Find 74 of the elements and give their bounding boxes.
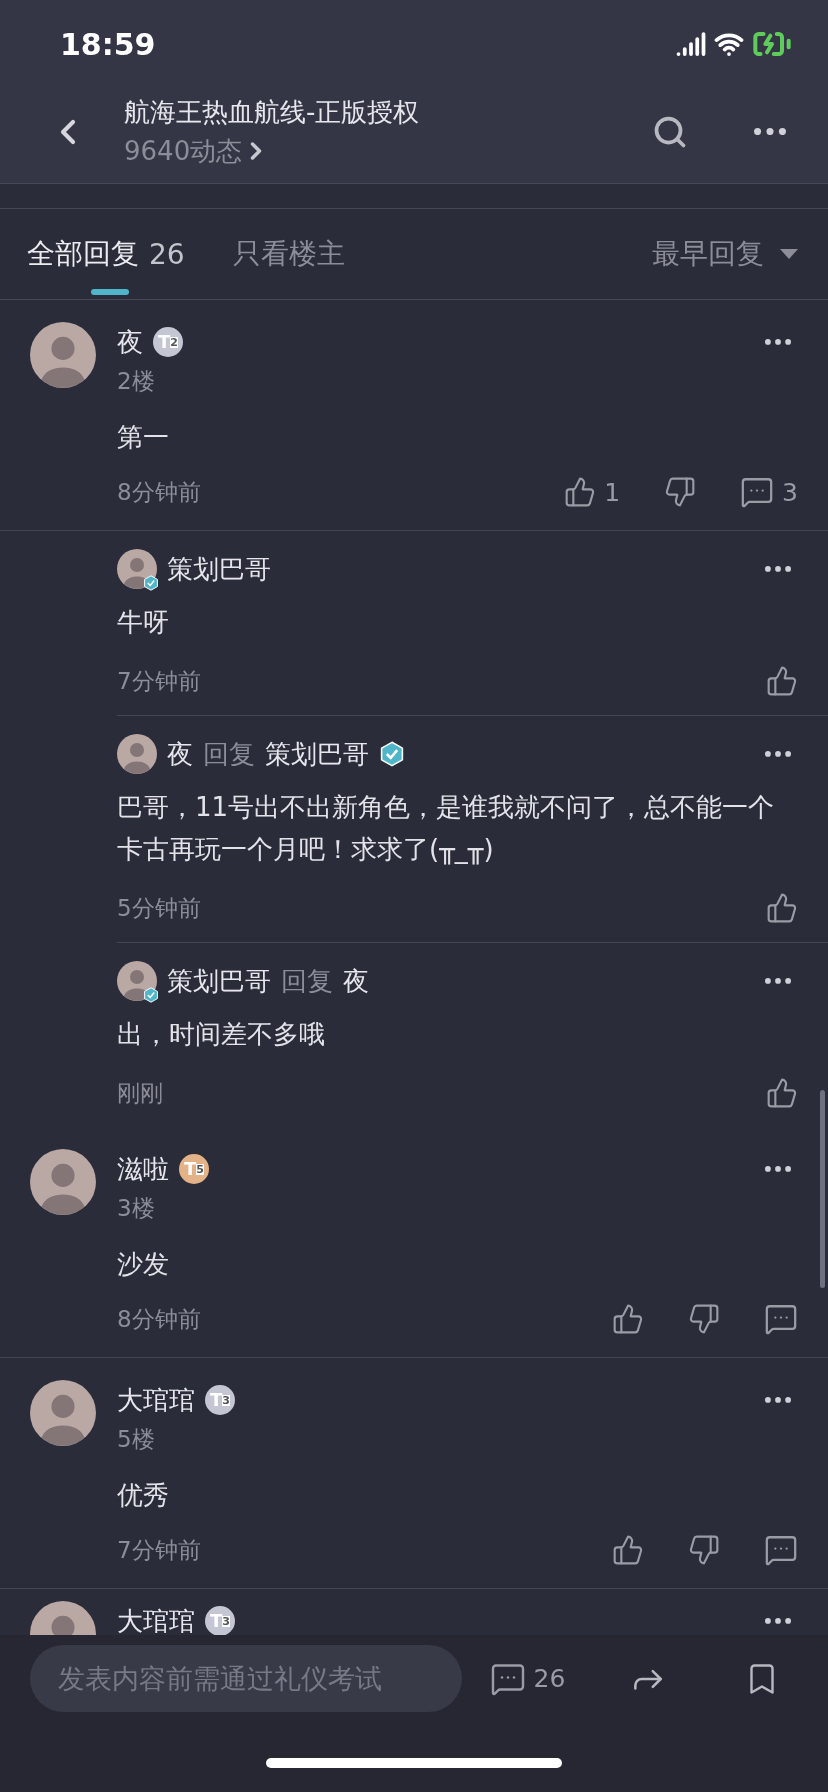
activity-link[interactable]: 9640动态 (124, 133, 642, 169)
signal-icon (676, 29, 706, 59)
thumbs-down-icon (688, 1534, 720, 1566)
username[interactable]: 夜 (117, 324, 143, 360)
reply-text: 巴哥，11号出不出新角色，是谁我就不问了，总不能一个卡古再玩一个月吧！求求了(╥_╥) (117, 791, 776, 867)
comment-text: 第一 (117, 421, 170, 454)
reply-label: 回复 (203, 737, 255, 771)
like-button[interactable]: 1 (564, 476, 621, 508)
username[interactable]: 策划巴哥 (167, 551, 271, 587)
reply-button[interactable]: 3 (740, 475, 798, 509)
thumbs-up-icon (766, 1077, 798, 1109)
comment-icon (764, 1533, 798, 1567)
like-button[interactable] (612, 1303, 644, 1335)
thumbs-down-icon (664, 476, 697, 508)
avatar[interactable] (117, 734, 157, 774)
timestamp: 8分钟前 (117, 1304, 202, 1334)
timestamp: 8分钟前 (117, 477, 202, 507)
thumbs-up-icon (612, 1534, 644, 1566)
floor-number: 5楼 (117, 1424, 156, 1454)
thumbs-down-icon (688, 1303, 720, 1335)
ellipsis-icon (765, 1397, 791, 1403)
username[interactable]: 夜 (167, 736, 193, 772)
thumbs-up-icon (766, 892, 798, 924)
tab[interactable]: 只看楼主 (232, 209, 345, 299)
thumbs-up-icon (766, 665, 798, 697)
username[interactable]: 策划巴哥 (167, 963, 271, 999)
username[interactable]: 策划巴哥 (265, 736, 369, 772)
sort-dropdown[interactable]: 最早回复 (652, 235, 798, 273)
ellipsis-icon (765, 1618, 791, 1624)
reply-label: 回复 (281, 964, 333, 998)
comment-icon (740, 475, 775, 509)
ellipsis-icon (765, 1166, 791, 1172)
like-button[interactable] (766, 892, 798, 924)
reply-button[interactable] (764, 1302, 798, 1336)
comments-button[interactable]: 26 (489, 1660, 566, 1697)
username[interactable]: 夜 (343, 963, 369, 999)
dislike-button[interactable] (688, 1534, 720, 1566)
avatar[interactable] (30, 1380, 96, 1446)
comment-input[interactable]: 发表内容前需通过礼仪考试 (30, 1645, 462, 1712)
avatar[interactable] (117, 549, 157, 589)
status-time: 18:59 (60, 26, 156, 62)
ellipsis-icon (765, 339, 791, 345)
avatar[interactable] (117, 961, 157, 1001)
reply-text: 出，时间差不多哦 (117, 1018, 326, 1051)
comment-icon (764, 1302, 798, 1336)
thumbs-up-icon (564, 476, 597, 508)
timestamp: 刚刚 (117, 1078, 164, 1108)
username[interactable]: 大琯琯 (117, 1603, 195, 1635)
like-button[interactable] (612, 1534, 644, 1566)
ellipsis-icon (765, 751, 791, 757)
timestamp: 5分钟前 (117, 893, 202, 923)
ellipsis-icon (754, 127, 786, 136)
timestamp: 7分钟前 (117, 1535, 202, 1565)
page-title: 航海王热血航线-正版授权 (124, 95, 421, 129)
caret-icon (780, 249, 798, 259)
avatar[interactable] (30, 322, 96, 388)
floor-number: 2楼 (117, 366, 156, 396)
thumbs-up-icon (612, 1303, 644, 1335)
username[interactable]: 滋啦 (117, 1151, 169, 1187)
floor-number: 3楼 (117, 1193, 156, 1223)
avatar[interactable] (30, 1149, 96, 1215)
ellipsis-icon (765, 566, 791, 572)
tab[interactable]: 全部回复 26 (27, 209, 185, 299)
username[interactable]: 大琯琯 (117, 1382, 195, 1418)
comment-text: 优秀 (117, 1479, 170, 1512)
dislike-button[interactable] (664, 476, 697, 508)
timestamp: 7分钟前 (117, 666, 202, 696)
like-button[interactable] (766, 665, 798, 697)
like-button[interactable] (766, 1077, 798, 1109)
reply-button[interactable] (764, 1533, 798, 1567)
dislike-button[interactable] (688, 1303, 720, 1335)
comment-text: 沙发 (117, 1248, 170, 1281)
reply-text: 牛呀 (117, 606, 170, 639)
ellipsis-icon (765, 978, 791, 984)
